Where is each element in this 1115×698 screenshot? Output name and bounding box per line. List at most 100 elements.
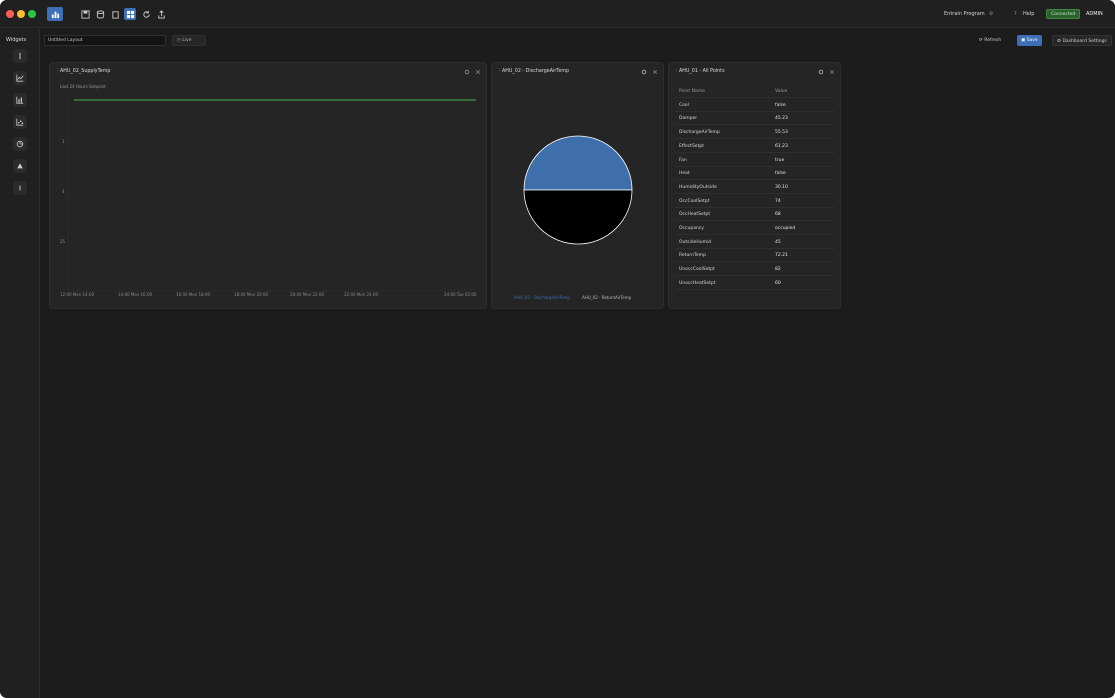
add-divider-button[interactable]	[13, 181, 27, 195]
add-text-widget-button[interactable]	[13, 49, 27, 63]
table-row[interactable]: OccCoolSetpt 74	[675, 195, 834, 208]
save-button[interactable]	[79, 8, 91, 20]
y-tick-label: 4	[62, 189, 65, 194]
value-cell: occupied	[775, 226, 796, 231]
add-bar-chart-button[interactable]	[13, 93, 27, 107]
value-cell: false	[775, 102, 786, 108]
value-cell: 68	[775, 212, 781, 218]
table-row[interactable]: DischargeAirTemp 55.53	[675, 126, 834, 140]
add-line-chart-button[interactable]	[13, 71, 27, 85]
grid-button[interactable]	[124, 8, 136, 20]
refresh-dashboard-button[interactable]: ⟳ Refresh	[975, 35, 1005, 46]
status-badge: Connected	[1046, 9, 1081, 19]
save-icon	[80, 9, 90, 19]
pie-chart	[523, 135, 633, 245]
refresh-label: Refresh	[984, 38, 1002, 43]
table-row[interactable]: EffectSetpt 61.23	[675, 140, 834, 153]
point-name-cell: Heat	[679, 171, 690, 177]
time-range-button[interactable]: ◷ Live	[172, 35, 206, 46]
line-chart-icon	[16, 74, 24, 82]
help-link[interactable]: Help	[1023, 11, 1034, 17]
share-button[interactable]	[155, 8, 167, 20]
close-window-button[interactable]	[6, 10, 14, 18]
widget-header[interactable]: ⋮ AHU_01 - All Points	[669, 63, 840, 79]
table-row[interactable]: OccHeatSetpt 68	[675, 208, 834, 222]
refresh-button[interactable]	[140, 8, 152, 20]
save-label: Save	[1026, 38, 1038, 43]
widget-title: AHU_01 - All Points	[679, 69, 725, 74]
divider-icon	[19, 185, 21, 191]
point-name-cell: UnoccCoolSetpt	[679, 267, 715, 273]
legend-item-return[interactable]: AHU_02 - ReturnAirTemp	[582, 295, 631, 300]
table-row[interactable]: ReturnTemp 72.21	[675, 249, 834, 263]
point-name-cell: DischargeAirTemp	[679, 130, 720, 136]
table-widget[interactable]: ⋮ AHU_01 - All Points Point Name Value Coo…	[668, 62, 841, 309]
point-name-cell: OutsideHumid	[679, 239, 712, 245]
line-chart	[67, 93, 478, 292]
x-tick-label: 24:00 Tue 02:00	[444, 292, 477, 297]
point-name-cell: Cool	[679, 102, 689, 108]
save-dashboard-button[interactable]: ▣ Save	[1017, 35, 1042, 46]
table-row[interactable]: Damper 45.23	[675, 112, 834, 126]
value-cell: false	[775, 171, 786, 177]
database-icon	[96, 9, 104, 19]
column-header: Point Name	[679, 89, 705, 94]
column-header: Value	[775, 89, 788, 94]
table-row[interactable]: UnoccCoolSetpt 82	[675, 263, 834, 277]
x-tick-label: 18:00 Mon 20:00	[234, 292, 269, 297]
add-scatter-button[interactable]	[13, 115, 27, 129]
zoom-window-button[interactable]	[28, 10, 36, 18]
user-label[interactable]: Entrain Program	[944, 11, 985, 17]
point-name-cell: Damper	[679, 116, 698, 122]
settings-label: Dashboard Settings	[1062, 39, 1107, 44]
point-name-cell: OccCoolSetpt	[679, 198, 710, 204]
dashboard-button[interactable]	[47, 7, 63, 21]
database-button[interactable]	[94, 8, 106, 20]
value-cell: 30.10	[775, 184, 788, 190]
pie-chart-icon	[16, 140, 24, 148]
dashboard-settings-button[interactable]: ⚙ Dashboard Settings	[1052, 35, 1112, 46]
point-name-cell: ReturnTemp	[679, 253, 706, 259]
table-row[interactable]: Heat false	[675, 167, 834, 181]
minimize-window-button[interactable]	[17, 10, 25, 18]
pie-chart-widget[interactable]: ⋮ AHU_02 - DischargeAirTemp AHU_02 - Dis…	[491, 62, 664, 309]
pie-slice[interactable]	[523, 135, 633, 191]
add-table-button[interactable]	[13, 159, 27, 173]
gear-icon[interactable]	[818, 69, 824, 75]
title-bar: Entrain Program ⚙ ? Help Connected ADMIN	[0, 0, 1115, 28]
value-cell: true	[775, 157, 785, 163]
app-window: Entrain Program ⚙ ? Help Connected ADMIN…	[0, 0, 1115, 698]
copy-icon	[111, 10, 119, 19]
dashboard-name-input[interactable]: Untitled Layout	[44, 35, 166, 46]
y-tick-label: 25	[60, 239, 66, 244]
legend-item-discharge[interactable]: AHU_02 - DischargeAirTemp	[514, 295, 570, 300]
scatter-icon	[16, 118, 24, 126]
point-name-cell: HumidityOutside	[679, 184, 717, 190]
text-icon	[19, 52, 21, 60]
table-row[interactable]: Cool false	[675, 99, 834, 112]
table-row[interactable]: Occupancy occupied	[675, 222, 834, 235]
table-row[interactable]: Fan true	[675, 154, 834, 167]
value-cell: 55.53	[775, 130, 788, 136]
grid-icon	[126, 10, 134, 18]
x-tick-label: 16:00 Mon 18:00	[176, 292, 211, 297]
help-icon: ?	[1014, 11, 1017, 17]
value-cell: 61.23	[775, 143, 788, 149]
add-pie-chart-button[interactable]	[13, 137, 27, 151]
value-cell: 74	[775, 198, 781, 204]
point-name-cell: EffectSetpt	[679, 143, 704, 149]
x-tick-label: 14:00 Mon 16:00	[118, 292, 153, 297]
settings-icon[interactable]: ⚙	[989, 11, 993, 17]
table-row[interactable]: UnoccHeatSetpt 60	[675, 277, 834, 290]
table-icon	[17, 163, 23, 169]
line-chart-widget[interactable]: ⋮ AHU_02_SupplyTemp Last 24 Hours Setpoi…	[49, 62, 487, 309]
close-icon[interactable]	[829, 69, 835, 75]
pie-slice[interactable]	[523, 189, 633, 245]
table-row[interactable]: OutsideHumid 45	[675, 236, 834, 249]
x-tick-label: 22:00 Mon 24:00	[344, 292, 379, 297]
table-row[interactable]: HumidityOutside 30.10	[675, 181, 834, 194]
account-label[interactable]: ADMIN	[1086, 11, 1103, 17]
point-name-cell: Fan	[679, 157, 687, 163]
copy-button[interactable]	[109, 8, 121, 20]
y-tick-label: 1	[62, 139, 65, 144]
